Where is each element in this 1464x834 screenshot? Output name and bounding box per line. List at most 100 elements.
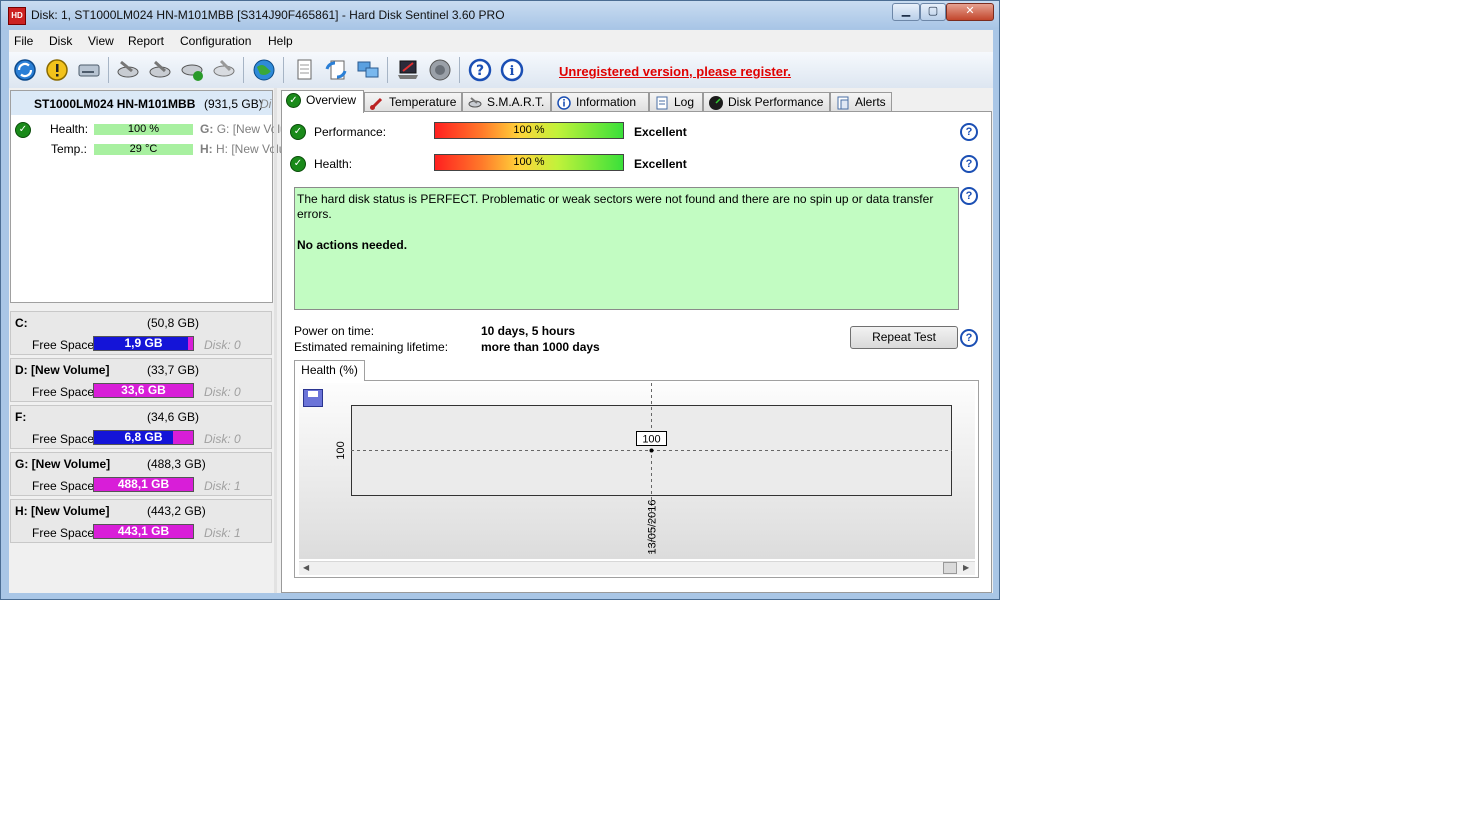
disk-temp-label: Temp.: — [51, 142, 88, 156]
menu-report[interactable]: Report — [128, 34, 164, 48]
smart-disk-icon — [468, 97, 482, 108]
scroll-right-arrow[interactable]: ▶ — [963, 563, 969, 572]
help-icon[interactable]: ? — [960, 155, 978, 173]
volume-letter: H: — [200, 142, 213, 156]
report-icon[interactable] — [291, 57, 317, 83]
power-on-value: 10 days, 5 hours — [481, 324, 576, 338]
laptop-icon[interactable] — [395, 57, 421, 83]
volume-size: (50,8 GB) — [147, 316, 200, 330]
volume-item[interactable]: C: (50,8 GB) Free Space 1,9 GB Disk: 0 — [10, 311, 272, 355]
disk-panel[interactable]: ST1000LM024 HN-M101MBB (931,5 GB) Di ✓ H… — [10, 90, 287, 303]
disk-check-icon[interactable] — [179, 57, 205, 83]
main-area: ST1000LM024 HN-M101MBB (931,5 GB) Di ✓ H… — [9, 88, 993, 593]
menu-view[interactable]: View — [88, 34, 114, 48]
app-icon: HD — [8, 7, 26, 25]
free-space-value: 488,1 GB — [117, 477, 170, 491]
free-space-bar: 443,1 GB — [93, 524, 194, 539]
scroll-left-arrow[interactable]: ◀ — [303, 563, 309, 572]
tab-temperature[interactable]: Temperature — [364, 92, 462, 112]
health-chart: 100 100 13/05/2016 — [335, 383, 952, 556]
disk-info-icon[interactable] — [211, 57, 237, 83]
pane-splitter[interactable] — [274, 88, 277, 593]
volume-item[interactable]: F: (34,6 GB) Free Space 6,8 GB Disk: 0 — [10, 405, 272, 449]
toolbar-separator — [108, 57, 109, 83]
tab-label: Overview — [306, 93, 357, 107]
alerts-icon — [837, 96, 849, 110]
hard-disk-icon[interactable] — [76, 57, 102, 83]
volume-name: C: — [15, 316, 28, 330]
minimize-button[interactable]: ▁ — [892, 3, 920, 21]
tab-information[interactable]: Information — [551, 92, 649, 112]
tab-label: S.M.A.R.T. — [487, 95, 545, 109]
volume-disk: Disk: 1 — [204, 479, 241, 493]
tab-health-chart[interactable]: Health (%) — [294, 360, 365, 381]
volume-name: H: [New Volume] — [15, 504, 110, 518]
free-space-bar: 488,1 GB — [93, 477, 194, 492]
status-box: The hard disk status is PERFECT. Problem… — [294, 187, 959, 310]
tab-label: Log — [674, 95, 695, 109]
speaker-icon[interactable] — [427, 57, 453, 83]
disk-volume-h: H: H: [New Volu — [200, 142, 285, 156]
disk-header[interactable]: ST1000LM024 HN-M101MBB (931,5 GB) Di — [11, 91, 272, 115]
menu-help[interactable]: Help — [268, 34, 293, 48]
free-space-bar: 33,6 GB — [93, 383, 194, 398]
free-space-label: Free Space — [32, 526, 95, 540]
free-space-label: Free Space — [32, 338, 95, 352]
about-icon[interactable]: i — [499, 57, 525, 83]
tab-label: Disk Performance — [728, 95, 824, 109]
health-rating: Excellent — [634, 157, 687, 171]
title-bar[interactable]: HD Disk: 1, ST1000LM024 HN-M101MBB [S314… — [1, 1, 999, 29]
chart-area: 100 100 13/05/2016 — [299, 383, 975, 559]
free-space-value: 6,8 GB — [124, 430, 163, 444]
menu-file[interactable]: File — [14, 34, 33, 48]
status-action: No actions needed. — [297, 238, 408, 252]
x-tick-label: 13/05/2016 — [647, 499, 659, 554]
tab-log[interactable]: Log — [649, 92, 703, 112]
refresh-icon[interactable] — [12, 57, 38, 83]
disk-surface-icon[interactable] — [147, 57, 173, 83]
warning-icon[interactable] — [44, 57, 70, 83]
help-icon[interactable]: ? — [467, 57, 493, 83]
volume-size: (443,2 GB) — [147, 504, 206, 518]
volume-item[interactable]: D: [New Volume] (33,7 GB) Free Space 33,… — [10, 358, 272, 402]
network-icon[interactable] — [355, 57, 381, 83]
status-text: The hard disk status is PERFECT. Problem… — [297, 192, 934, 221]
globe-icon[interactable] — [251, 57, 277, 83]
volume-item[interactable]: G: [New Volume] (488,3 GB) Free Space 48… — [10, 452, 272, 496]
menu-bar: File Disk View Report Configuration Help — [9, 30, 993, 53]
repeat-test-button[interactable]: Repeat Test — [850, 326, 958, 349]
disk-name: ST1000LM024 HN-M101MBB — [34, 97, 196, 111]
log-icon — [656, 96, 668, 110]
chart-scrollbar[interactable]: ◀ ▶ — [299, 561, 975, 575]
toolbar-separator — [459, 57, 460, 83]
tab-disk-performance[interactable]: Disk Performance — [703, 92, 830, 112]
overview-panel: ✓ Performance: 100 % Excellent ? ✓ Healt… — [281, 111, 992, 593]
ok-status-icon: ✓ — [15, 122, 31, 138]
scroll-thumb[interactable] — [943, 562, 957, 574]
disk-test-icon[interactable] — [115, 57, 141, 83]
register-link[interactable]: Unregistered version, please register. — [559, 64, 791, 79]
free-space-value: 33,6 GB — [121, 383, 166, 397]
volume-item[interactable]: H: [New Volume] (443,2 GB) Free Space 44… — [10, 499, 272, 543]
help-icon[interactable]: ? — [960, 329, 978, 347]
maximize-button[interactable]: ▢ — [920, 3, 946, 21]
app-window: HD Disk: 1, ST1000LM024 HN-M101MBB [S314… — [0, 0, 1000, 600]
send-report-icon[interactable] — [323, 57, 349, 83]
free-space-label: Free Space — [32, 432, 95, 446]
tab-overview[interactable]: ✓ Overview — [281, 90, 364, 113]
tab-alerts[interactable]: Alerts — [830, 92, 892, 112]
close-button[interactable]: ✕ — [946, 3, 994, 21]
help-icon[interactable]: ? — [960, 187, 978, 205]
info-icon — [557, 96, 571, 110]
menu-disk[interactable]: Disk — [49, 34, 72, 48]
help-icon[interactable]: ? — [960, 123, 978, 141]
tab-smart[interactable]: S.M.A.R.T. — [462, 92, 551, 112]
menu-configuration[interactable]: Configuration — [180, 34, 251, 48]
volume-list: C: (50,8 GB) Free Space 1,9 GB Disk: 0 D… — [10, 308, 273, 548]
svg-text:?: ? — [476, 63, 484, 79]
volume-disk: Disk: 0 — [204, 385, 241, 399]
toolbar-separator — [387, 57, 388, 83]
disk-temp-bar: 29 °C — [94, 144, 193, 155]
free-space-bar: 6,8 GB — [93, 430, 194, 445]
performance-gauge: 100 % — [434, 122, 624, 139]
